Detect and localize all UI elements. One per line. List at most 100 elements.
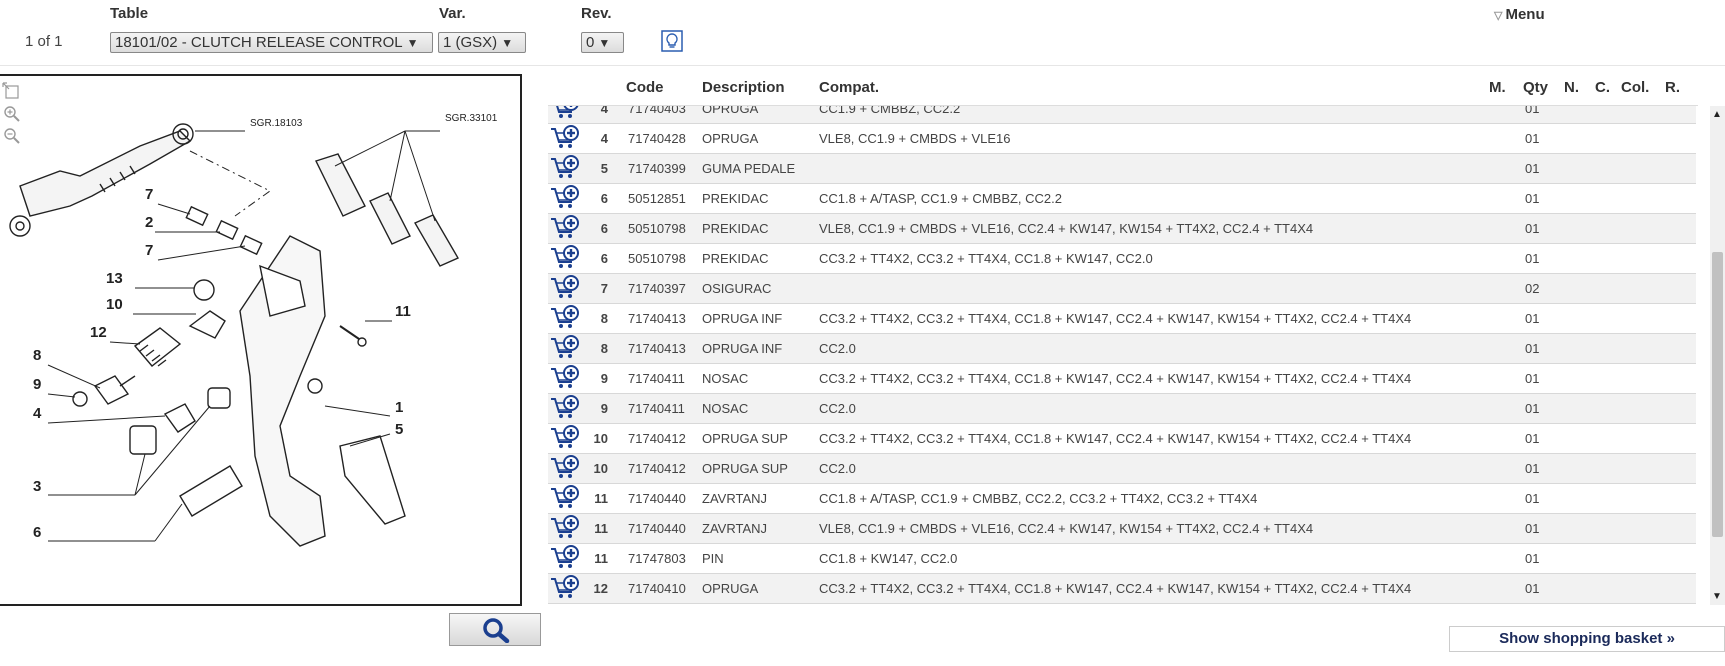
row-code: 71740428 bbox=[628, 131, 686, 146]
row-description: PREKIDAC bbox=[702, 221, 769, 236]
table-select[interactable]: 18101/02 - CLUTCH RELEASE CONTROL ▼ bbox=[110, 32, 433, 53]
row-position: 9 bbox=[600, 401, 608, 416]
row-code: 50510798 bbox=[628, 221, 686, 236]
add-to-cart-icon[interactable] bbox=[550, 365, 580, 391]
result-counter: 1 of 1 bbox=[25, 33, 63, 50]
add-to-cart-icon[interactable] bbox=[550, 245, 580, 271]
row-description: OSIGURAC bbox=[702, 281, 772, 296]
row-qty: 01 bbox=[1525, 401, 1540, 416]
row-compat: CC2.0 bbox=[819, 401, 856, 416]
col-header-code: Code bbox=[626, 79, 664, 96]
add-to-cart-icon[interactable] bbox=[550, 425, 580, 451]
add-to-cart-icon[interactable] bbox=[550, 155, 580, 181]
zoom-diagram-button[interactable] bbox=[449, 613, 541, 646]
row-compat: CC1.8 + KW147, CC2.0 bbox=[819, 551, 958, 566]
row-code: 50512851 bbox=[628, 191, 686, 206]
add-to-cart-icon[interactable] bbox=[550, 575, 580, 601]
row-qty: 01 bbox=[1525, 461, 1540, 476]
row-position: 8 bbox=[600, 311, 608, 326]
triangle-down-icon: ▽ bbox=[1494, 10, 1503, 22]
row-compat: VLE8, CC1.9 + CMBDS + VLE16, CC2.4 + KW1… bbox=[819, 221, 1314, 236]
add-to-cart-icon[interactable] bbox=[550, 485, 580, 511]
menu-label: Menu bbox=[1505, 6, 1545, 23]
table-row[interactable]: 12 71740410 OPRUGA CC3.2 + TT4X2, CC3.2 + T… bbox=[548, 574, 1696, 604]
col-header-c: C. bbox=[1595, 79, 1610, 96]
row-code: 50510798 bbox=[628, 251, 686, 266]
row-compat: CC3.2 + TT4X2, CC3.2 + TT4X4, CC1.8 + KW… bbox=[819, 311, 1412, 326]
chevron-down-icon: ▼ bbox=[598, 36, 611, 50]
row-qty: 01 bbox=[1525, 551, 1540, 566]
scroll-down-arrow-icon[interactable]: ▼ bbox=[1712, 591, 1722, 602]
diagram-ref-2: SGR.33101 bbox=[445, 113, 498, 124]
chevron-down-icon: ▼ bbox=[501, 36, 514, 50]
rev-select[interactable]: 0 ▼ bbox=[581, 32, 624, 53]
row-compat: CC3.2 + TT4X2, CC3.2 + TT4X4, CC1.8 + KW… bbox=[819, 371, 1412, 386]
col-header-r: R. bbox=[1665, 79, 1680, 96]
row-description: PREKIDAC bbox=[702, 191, 769, 206]
row-position: 6 bbox=[600, 251, 608, 266]
lightbulb-icon[interactable] bbox=[661, 30, 683, 52]
table-row[interactable]: 11 71740440 ZAVRTANJ VLE8, CC1.9 + CMBDS + … bbox=[548, 514, 1696, 544]
table-row[interactable]: 8 71740413 OPRUGA INF CC3.2 + TT4X2, CC3.2 … bbox=[548, 304, 1696, 334]
scrollbar-thumb[interactable] bbox=[1712, 252, 1723, 537]
callout-label: 10 bbox=[106, 296, 123, 313]
add-to-cart-icon[interactable] bbox=[550, 275, 580, 301]
table-row[interactable]: 7 71740397 OSIGURAC 02 bbox=[548, 274, 1696, 304]
row-description: OPRUGA bbox=[702, 106, 759, 116]
menu-button[interactable]: ▽ Menu bbox=[1494, 6, 1545, 23]
table-row[interactable]: 10 71740412 OPRUGA SUP CC2.0 01 bbox=[548, 454, 1696, 484]
show-shopping-basket-button[interactable]: Show shopping basket » bbox=[1449, 626, 1725, 652]
add-to-cart-icon[interactable] bbox=[550, 106, 580, 121]
add-to-cart-icon[interactable] bbox=[550, 515, 580, 541]
row-position: 11 bbox=[594, 551, 608, 566]
row-code: 71740413 bbox=[628, 341, 686, 356]
row-compat: CC1.8 + A/TASP, CC1.9 + CMBBZ, CC2.2, CC… bbox=[819, 491, 1258, 506]
row-position: 11 bbox=[594, 521, 608, 536]
row-description: OPRUGA SUP bbox=[702, 431, 788, 446]
row-code: 71740440 bbox=[628, 521, 686, 536]
add-to-cart-icon[interactable] bbox=[550, 335, 580, 361]
callout-label: 11 bbox=[395, 303, 411, 320]
row-compat: CC2.0 bbox=[819, 341, 856, 356]
clutch-pedal-diagram: SGR.18103 SGR.33101 7 2 7 13 10 12 8 9 4… bbox=[9, 113, 498, 547]
var-select[interactable]: 1 (GSX) ▼ bbox=[438, 32, 526, 53]
table-row[interactable]: 5 71740399 GUMA PEDALE 01 bbox=[548, 154, 1696, 184]
row-compat: CC3.2 + TT4X2, CC3.2 + TT4X4, CC1.8 + KW… bbox=[819, 581, 1412, 596]
callout-label: 8 bbox=[33, 347, 41, 364]
table-row[interactable]: 6 50510798 PREKIDAC VLE8, CC1.9 + CMBDS + V… bbox=[548, 214, 1696, 244]
table-row[interactable]: 11 71740440 ZAVRTANJ CC1.8 + A/TASP, CC1.9 … bbox=[548, 484, 1696, 514]
scroll-up-arrow-icon[interactable]: ▲ bbox=[1712, 109, 1722, 120]
row-position: 7 bbox=[600, 281, 608, 296]
table-body: 4 71740403 OPRUGA CC1.9 + CMBBZ, CC2.2 01 4 71… bbox=[548, 106, 1698, 605]
table-row[interactable]: 11 71747803 PIN CC1.8 + KW147, CC2.0 01 bbox=[548, 544, 1696, 574]
table-row[interactable]: 8 71740413 OPRUGA INF CC2.0 01 bbox=[548, 334, 1696, 364]
add-to-cart-icon[interactable] bbox=[550, 125, 580, 151]
add-to-cart-icon[interactable] bbox=[550, 395, 580, 421]
exploded-diagram-panel[interactable]: SGR.18103 SGR.33101 7 2 7 13 10 12 8 9 4… bbox=[0, 74, 522, 606]
add-to-cart-icon[interactable] bbox=[550, 455, 580, 481]
table-row[interactable]: 4 71740403 OPRUGA CC1.9 + CMBBZ, CC2.2 01 bbox=[548, 106, 1696, 124]
row-qty: 01 bbox=[1525, 431, 1540, 446]
table-row[interactable]: 6 50510798 PREKIDAC CC3.2 + TT4X2, CC3.2 + … bbox=[548, 244, 1696, 274]
row-description: OPRUGA bbox=[702, 131, 759, 146]
table-row[interactable]: 4 71740428 OPRUGA VLE8, CC1.9 + CMBDS + VLE… bbox=[548, 124, 1696, 154]
callout-label: 5 bbox=[395, 421, 403, 438]
row-qty: 01 bbox=[1525, 221, 1540, 236]
add-to-cart-icon[interactable] bbox=[550, 305, 580, 331]
table-row[interactable]: 9 71740411 NOSAC CC3.2 + TT4X2, CC3.2 + TT4… bbox=[548, 364, 1696, 394]
table-scrollbar[interactable]: ▲ ▼ bbox=[1710, 106, 1725, 605]
callout-label: 3 bbox=[33, 478, 41, 495]
diagram-ref-1: SGR.18103 bbox=[250, 118, 303, 129]
table-row[interactable]: 10 71740412 OPRUGA SUP CC3.2 + TT4X2, CC3.2… bbox=[548, 424, 1696, 454]
table-row[interactable]: 9 71740411 NOSAC CC2.0 01 bbox=[548, 394, 1696, 424]
row-code: 71740440 bbox=[628, 491, 686, 506]
row-code: 71740403 bbox=[628, 106, 686, 116]
row-position: 4 bbox=[600, 106, 608, 116]
table-row[interactable]: 6 50512851 PREKIDAC CC1.8 + A/TASP, CC1.9 +… bbox=[548, 184, 1696, 214]
row-code: 71740397 bbox=[628, 281, 686, 296]
chevron-down-icon: ▼ bbox=[406, 36, 419, 50]
add-to-cart-icon[interactable] bbox=[550, 545, 580, 571]
add-to-cart-icon[interactable] bbox=[550, 215, 580, 241]
row-code: 71740413 bbox=[628, 311, 686, 326]
add-to-cart-icon[interactable] bbox=[550, 185, 580, 211]
